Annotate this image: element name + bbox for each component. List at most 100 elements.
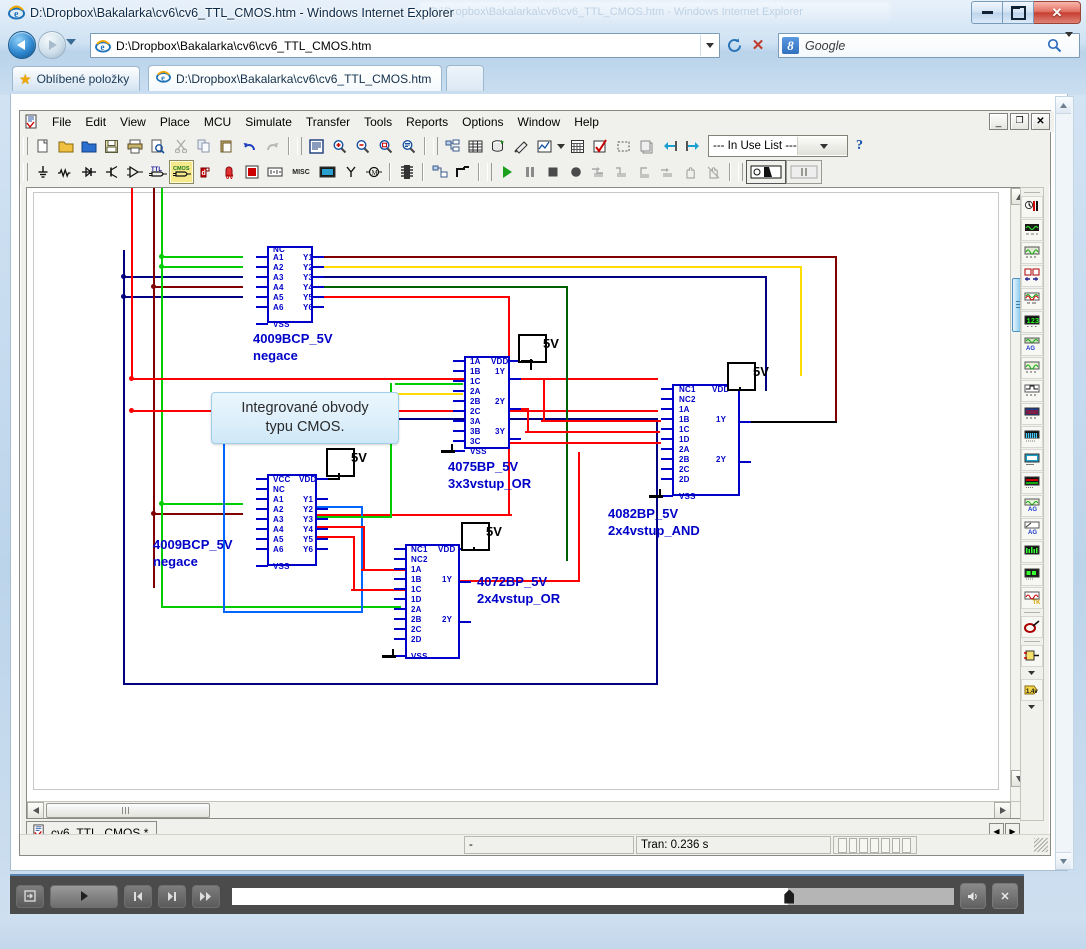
measurement-probe-icon[interactable] <box>1021 616 1043 638</box>
component-ref-u4[interactable]: 4009BCP_5V <box>153 536 233 553</box>
component-ref-u3[interactable]: 4082BP_5V <box>608 505 678 522</box>
search-box[interactable]: 8 Google <box>778 31 1080 58</box>
step-over-button[interactable] <box>610 161 633 183</box>
toolbar-grip[interactable] <box>433 137 438 155</box>
menu-options[interactable]: Options <box>455 113 510 131</box>
toggle-grid-button[interactable] <box>635 135 658 157</box>
minimize-button[interactable] <box>971 1 1003 24</box>
eject-button[interactable] <box>16 884 44 908</box>
resume-hand-button[interactable] <box>702 161 725 183</box>
print-preview-button[interactable] <box>146 135 169 157</box>
toolbar-grip[interactable] <box>1024 192 1040 193</box>
place-power-icon[interactable] <box>263 161 286 183</box>
zoom-fit-button[interactable] <box>397 135 420 157</box>
network-analyzer-icon[interactable]: AG <box>1021 495 1043 517</box>
search-dropdown-button[interactable] <box>1065 31 1073 55</box>
multimeter-icon[interactable] <box>1021 196 1043 218</box>
scroll-right-button[interactable] <box>994 802 1011 818</box>
favorites-button[interactable]: ★ Oblíbené položky <box>12 66 141 91</box>
design-toolbox-button[interactable] <box>441 135 464 157</box>
zoom-area-button[interactable] <box>374 135 397 157</box>
component-note-u5[interactable]: 2x4vstup_OR <box>477 590 560 607</box>
forward-button[interactable] <box>38 31 66 59</box>
distortion-analyzer-icon[interactable] <box>1021 449 1043 471</box>
probe-dropdown-icon[interactable] <box>1022 668 1042 678</box>
place-advanced-peripherals-icon[interactable] <box>316 161 339 183</box>
agilent-function-generator-icon[interactable]: AG <box>1021 518 1043 540</box>
function-generator-icon[interactable] <box>1021 219 1043 241</box>
playback-progress-track[interactable] <box>232 887 954 905</box>
bode-plotter-icon[interactable]: 123 <box>1021 311 1043 333</box>
prev-button[interactable] <box>124 884 152 908</box>
back-button[interactable] <box>8 31 36 59</box>
open-design-button[interactable] <box>77 135 100 157</box>
toolbar-grip[interactable] <box>487 163 492 181</box>
select-area-button[interactable] <box>612 135 635 157</box>
mdi-restore-button[interactable]: ❐ <box>1010 113 1029 130</box>
in-use-list-dropdown-button[interactable] <box>796 137 847 155</box>
pause-simulation-button[interactable] <box>518 161 541 183</box>
menu-file[interactable]: File <box>45 113 78 131</box>
pause-resume-button[interactable] <box>786 160 822 184</box>
recent-pages-icon[interactable] <box>66 39 76 45</box>
canvas-hscroll-thumb[interactable] <box>46 803 210 818</box>
place-rf-icon[interactable] <box>339 161 362 183</box>
toggle-fullscreen-button[interactable] <box>305 135 328 157</box>
place-misc-digital-icon[interactable]: d <box>194 161 217 183</box>
word-generator-icon[interactable] <box>1021 357 1043 379</box>
search-icon[interactable] <box>1043 35 1065 56</box>
component-wizard-button[interactable] <box>510 135 533 157</box>
current-probe-icon[interactable] <box>1021 645 1043 667</box>
redo-button[interactable] <box>261 135 284 157</box>
toolbar-grip[interactable] <box>297 137 302 155</box>
close-button[interactable]: ✕ <box>992 883 1018 909</box>
refresh-button[interactable] <box>724 35 744 55</box>
place-mixed-icon[interactable]: 0V <box>217 161 240 183</box>
run-to-cursor-button[interactable] <box>656 161 679 183</box>
oscilloscope-icon[interactable] <box>1021 265 1043 287</box>
grapher-dropdown-button[interactable] <box>556 135 566 157</box>
toolbar-grip[interactable] <box>23 137 28 155</box>
wattmeter-icon[interactable] <box>1021 242 1043 264</box>
ir-analyzer-icon[interactable] <box>1021 426 1043 448</box>
component-note-u4[interactable]: negace <box>153 553 198 570</box>
schematic-drawing[interactable]: NC A1 A2 A3 A4 A5 A6 VSS Y1 Y2 Y3 Y4 Y5 … <box>27 188 1012 803</box>
logic-converter-icon[interactable] <box>1021 380 1043 402</box>
place-basic-resistor-icon[interactable] <box>54 161 77 183</box>
menu-edit[interactable]: Edit <box>78 113 113 131</box>
place-analog-opamp-icon[interactable] <box>123 161 146 183</box>
schematic-canvas[interactable]: NC A1 A2 A3 A4 A5 A6 VSS Y1 Y2 Y3 Y4 Y5 … <box>26 187 1028 819</box>
pause-at-hand-button[interactable] <box>679 161 702 183</box>
open-file-button[interactable] <box>54 135 77 157</box>
menu-help[interactable]: Help <box>567 113 606 131</box>
database-button[interactable] <box>487 135 510 157</box>
logic-analyzer-icon[interactable] <box>1021 403 1043 425</box>
step-out-button[interactable] <box>633 161 656 183</box>
next-button[interactable] <box>158 884 186 908</box>
menu-mcu[interactable]: MCU <box>197 113 238 131</box>
place-bus-icon[interactable] <box>451 161 474 183</box>
page-scroll-up-button[interactable] <box>1056 97 1071 114</box>
erc-check-button[interactable] <box>589 135 612 157</box>
spreadsheet-view-button[interactable] <box>464 135 487 157</box>
place-indicator-icon[interactable] <box>240 161 263 183</box>
maximize-button[interactable] <box>1003 1 1034 24</box>
toolbar-grip[interactable] <box>23 163 28 181</box>
in-use-list-combo[interactable]: --- In Use List --- <box>708 135 848 157</box>
scroll-left-button[interactable] <box>27 802 44 818</box>
frequency-counter-icon[interactable]: AG <box>1021 334 1043 356</box>
forward-annotate-button[interactable] <box>681 135 704 157</box>
copy-button[interactable] <box>192 135 215 157</box>
menu-tools[interactable]: Tools <box>357 113 399 131</box>
address-bar[interactable]: e D:\Dropbox\Bakalarka\cv6\cv6_TTL_CMOS.… <box>90 33 720 58</box>
toolbar-grip[interactable] <box>738 163 743 181</box>
grapher-button[interactable] <box>533 135 556 157</box>
play-button[interactable] <box>50 884 118 908</box>
browser-tab[interactable]: e D:\Dropbox\Bakalarka\cv6\cv6_TTL_CMOS.… <box>148 65 443 91</box>
agilent-oscilloscope-icon[interactable] <box>1021 564 1043 586</box>
zoom-in-button[interactable] <box>328 135 351 157</box>
component-ref-u2[interactable]: 4075BP_5V <box>448 458 518 475</box>
mdi-close-button[interactable]: ✕ <box>1031 113 1050 130</box>
place-cmos-icon[interactable]: CMOS <box>169 160 194 184</box>
component-note-u3[interactable]: 2x4vstup_AND <box>608 522 700 539</box>
